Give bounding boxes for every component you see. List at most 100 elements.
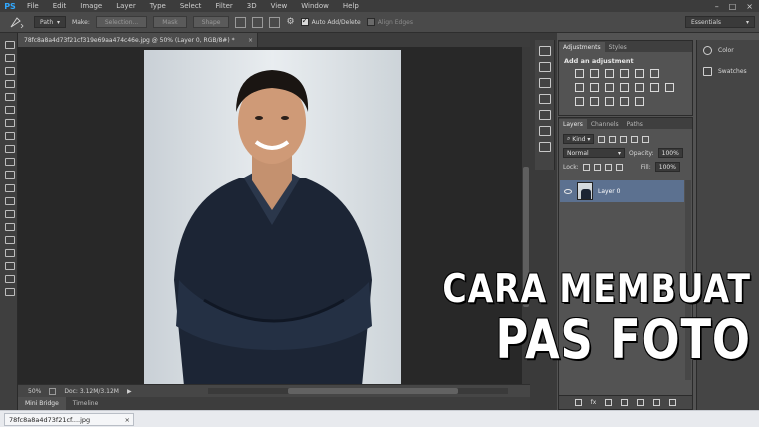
new-layer-icon[interactable]	[653, 399, 661, 406]
path-arrangement-icon[interactable]	[269, 16, 281, 28]
shape-button[interactable]: Shape	[192, 16, 230, 28]
taskbar-close-icon[interactable]: ×	[125, 416, 130, 424]
smart-object-filter-icon[interactable]	[642, 135, 650, 143]
menu-layer[interactable]: Layer	[109, 2, 143, 10]
shape-filter-icon[interactable]	[631, 135, 639, 143]
horizontal-scrollbar[interactable]	[208, 388, 508, 394]
threshold-icon[interactable]	[605, 97, 614, 106]
tab-mini-bridge[interactable]: Mini Bridge	[18, 397, 66, 410]
path-operations-icon[interactable]	[235, 16, 247, 28]
selection-button[interactable]: Selection...	[95, 16, 148, 28]
brush-tool-icon[interactable]	[3, 130, 15, 140]
document-photo[interactable]	[144, 50, 401, 386]
layer-style-icon[interactable]: fx	[591, 399, 597, 406]
properties-panel-icon[interactable]	[538, 62, 551, 72]
vibrance-icon[interactable]	[635, 69, 644, 78]
tab-layers[interactable]: Layers	[559, 119, 587, 129]
swatches-panel-button[interactable]: Swatches	[697, 61, 759, 82]
color-panel-button[interactable]: Color	[697, 40, 759, 61]
3d-panel-icon[interactable]	[538, 142, 551, 152]
layer-name[interactable]: Layer 0	[598, 188, 620, 195]
zoom-tool-icon[interactable]	[3, 286, 15, 296]
menu-filter[interactable]: Filter	[208, 2, 239, 10]
hue-saturation-icon[interactable]	[575, 83, 584, 92]
history-brush-tool-icon[interactable]	[3, 156, 15, 166]
link-layers-icon[interactable]	[574, 399, 582, 406]
close-tab-icon[interactable]: ×	[248, 37, 253, 44]
hand-tool-icon[interactable]	[3, 273, 15, 283]
eraser-tool-icon[interactable]	[3, 169, 15, 179]
zoom-level[interactable]: 50%	[28, 388, 41, 395]
gradient-map-icon[interactable]	[620, 97, 629, 106]
eyedropper-tool-icon[interactable]	[3, 104, 15, 114]
new-group-icon[interactable]	[637, 399, 645, 406]
dodge-tool-icon[interactable]	[3, 208, 15, 218]
quick-selection-tool-icon[interactable]	[3, 78, 15, 88]
lock-pixels-icon[interactable]	[593, 163, 601, 171]
paragraph-panel-icon[interactable]	[538, 110, 551, 120]
close-icon[interactable]: ×	[746, 2, 753, 11]
type-tool-icon[interactable]	[3, 234, 15, 244]
curves-icon[interactable]	[605, 69, 614, 78]
type-filter-icon[interactable]	[620, 135, 628, 143]
move-tool-icon[interactable]	[3, 39, 15, 49]
photo-filter-icon[interactable]	[620, 83, 629, 92]
channel-mixer-icon[interactable]	[635, 83, 644, 92]
pixel-filter-icon[interactable]	[598, 135, 606, 143]
add-mask-icon[interactable]	[605, 399, 613, 406]
menu-view[interactable]: View	[264, 2, 295, 10]
color-balance-icon[interactable]	[590, 83, 599, 92]
color-lookup-icon[interactable]	[650, 83, 659, 92]
lock-transparent-icon[interactable]	[582, 163, 590, 171]
healing-brush-tool-icon[interactable]	[3, 117, 15, 127]
path-mode-dropdown[interactable]: Path ▾	[34, 16, 67, 28]
mask-button[interactable]: Mask	[153, 16, 187, 28]
menu-image[interactable]: Image	[73, 2, 109, 10]
tab-timeline[interactable]: Timeline	[66, 397, 106, 410]
grid-adjustment-icon[interactable]	[665, 83, 674, 92]
tab-styles[interactable]: Styles	[605, 42, 631, 52]
document-tab[interactable]: 78fc8a8a4d73f21cf319e69aa474c46e.jpg @ 5…	[18, 33, 258, 47]
marquee-tool-icon[interactable]	[3, 52, 15, 62]
clone-stamp-tool-icon[interactable]	[3, 143, 15, 153]
tab-channels[interactable]: Channels	[587, 119, 623, 129]
gear-icon[interactable]: ⚙	[286, 17, 294, 27]
tool-presets-panel-icon[interactable]	[538, 126, 551, 136]
minimize-icon[interactable]: –	[715, 2, 719, 11]
character-panel-icon[interactable]	[538, 94, 551, 104]
layer-kind-filter[interactable]: ⌕ Kind ▾	[563, 134, 595, 144]
tab-adjustments[interactable]: Adjustments	[559, 42, 605, 52]
black-white-icon[interactable]	[605, 83, 614, 92]
menu-file[interactable]: File	[20, 2, 46, 10]
taskbar-file-item[interactable]: 78fc8a8a4d73f21cf....jpg ×	[4, 413, 134, 426]
workspace-dropdown[interactable]: Essentials ▾	[685, 16, 755, 28]
exposure-icon[interactable]	[620, 69, 629, 78]
lock-all-icon[interactable]	[615, 163, 623, 171]
opacity-input[interactable]: 100%	[657, 148, 683, 158]
blend-mode-dropdown[interactable]: Normal ▾	[563, 148, 625, 158]
adjustment-filter-icon[interactable]	[609, 135, 617, 143]
posterize-icon[interactable]	[590, 97, 599, 106]
menu-help[interactable]: Help	[336, 2, 366, 10]
menu-edit[interactable]: Edit	[46, 2, 74, 10]
selective-color-icon[interactable]	[635, 97, 644, 106]
pen-tool-icon[interactable]	[8, 15, 26, 29]
lasso-tool-icon[interactable]	[3, 65, 15, 75]
brightness-contrast-icon[interactable]	[575, 69, 584, 78]
menu-type[interactable]: Type	[143, 2, 173, 10]
delete-layer-icon[interactable]	[669, 399, 677, 406]
path-selection-tool-icon[interactable]	[3, 247, 15, 257]
lock-position-icon[interactable]	[604, 163, 612, 171]
menu-select[interactable]: Select	[173, 2, 209, 10]
horizontal-scroll-thumb[interactable]	[288, 388, 458, 394]
history-panel-icon[interactable]	[538, 46, 551, 56]
visibility-eye-icon[interactable]	[564, 188, 572, 194]
path-alignment-icon[interactable]	[252, 16, 264, 28]
gradient-tool-icon[interactable]	[3, 182, 15, 192]
fill-input[interactable]: 100%	[654, 162, 680, 172]
new-adjustment-layer-icon[interactable]	[621, 399, 629, 406]
rectangle-tool-icon[interactable]	[3, 260, 15, 270]
document-info-icon[interactable]	[49, 387, 57, 395]
menu-window[interactable]: Window	[294, 2, 336, 10]
invert-icon[interactable]	[575, 97, 584, 106]
